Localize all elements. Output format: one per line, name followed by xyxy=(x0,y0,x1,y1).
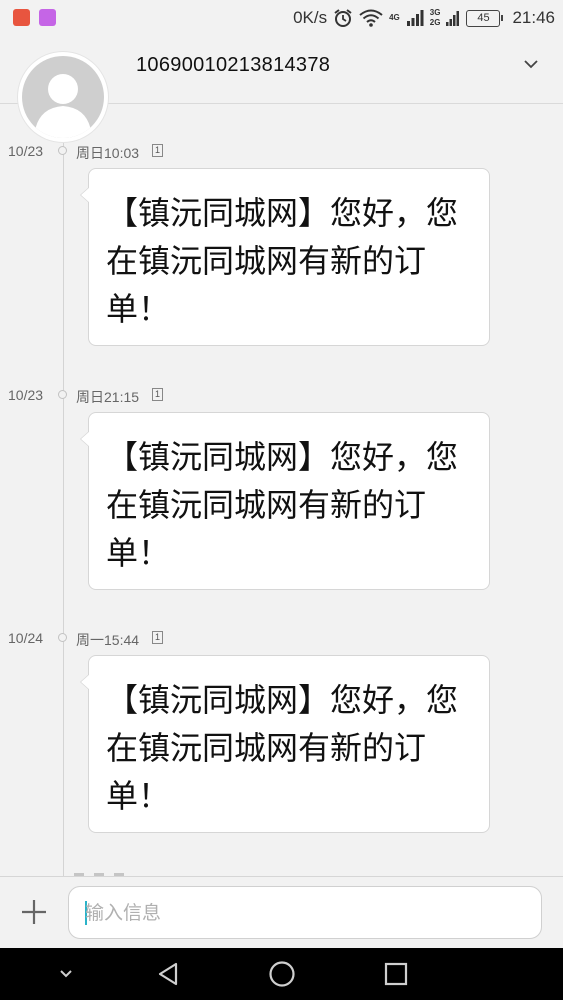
net-2g-label: 2G xyxy=(429,18,441,27)
conversation-title: 10690010213814378 xyxy=(136,54,331,76)
message-meta: 10/24 周一15:44 1 xyxy=(0,630,200,650)
contact-avatar[interactable] xyxy=(18,52,108,142)
signal-icon-sim2 xyxy=(446,11,460,26)
message-time: 周日10:03 xyxy=(76,145,140,161)
nav-hide-button[interactable] xyxy=(48,948,84,1000)
net-4g-indicator: 4G xyxy=(389,14,400,22)
back-icon xyxy=(158,962,178,986)
message-meta: 10/23 周日10:03 1 xyxy=(0,143,200,163)
back-button[interactable] xyxy=(148,948,188,1000)
battery-indicator: 45 xyxy=(466,9,504,27)
message-date: 10/23 xyxy=(8,143,44,159)
net-speed: 0K/s xyxy=(293,8,328,27)
partial-message-meta xyxy=(64,868,184,876)
status-indicators: 0K/s 4G 3G 2G 45 21:46 xyxy=(293,6,555,30)
clock: 21:46 xyxy=(512,8,555,27)
message-text: 【镇沅同城网】您好，您在镇沅同城网有新的订单！ xyxy=(106,681,459,815)
message-text: 【镇沅同城网】您好，您在镇沅同城网有新的订单！ xyxy=(106,438,459,572)
net-4g-label: 4G xyxy=(389,13,400,22)
message-input-field[interactable] xyxy=(68,886,542,939)
composer-bar xyxy=(0,876,563,948)
message-bubble[interactable]: 【镇沅同城网】您好，您在镇沅同城网有新的订单！ xyxy=(80,168,490,346)
status-bar: 0K/s 4G 3G 2G 45 21:46 xyxy=(0,0,563,36)
message-meta: 10/23 周日21:15 1 xyxy=(0,387,200,407)
sim-card-icon: 1 xyxy=(152,388,163,401)
recents-icon xyxy=(384,962,408,986)
message-input[interactable] xyxy=(85,899,505,927)
notification-app-icon xyxy=(13,9,30,26)
signal-icon xyxy=(406,10,424,26)
alarm-icon xyxy=(334,9,352,27)
message-date: 10/23 xyxy=(8,387,44,403)
wifi-icon xyxy=(359,9,383,27)
gallery-notification-icon xyxy=(39,9,56,26)
plus-icon[interactable] xyxy=(20,898,48,926)
sim-card-icon: 1 xyxy=(152,144,163,157)
net-3g2g-indicator: 3G 2G xyxy=(430,9,441,27)
message-time: 周日21:15 xyxy=(76,389,140,405)
nav-hide-icon xyxy=(60,970,72,978)
timeline-dot xyxy=(58,390,67,399)
message-bubble[interactable]: 【镇沅同城网】您好，您在镇沅同城网有新的订单！ xyxy=(80,655,490,833)
message-bubble[interactable]: 【镇沅同城网】您好，您在镇沅同城网有新的订单！ xyxy=(80,412,490,590)
chevron-down-icon[interactable] xyxy=(523,58,539,70)
message-time: 周一15:44 xyxy=(76,632,140,648)
system-navigation-bar xyxy=(0,948,563,1000)
timeline-line xyxy=(63,104,64,876)
net-3g-label: 3G xyxy=(429,8,441,17)
message-date: 10/24 xyxy=(8,630,44,646)
recents-button[interactable] xyxy=(376,948,416,1000)
home-button[interactable] xyxy=(262,948,302,1000)
message-text: 【镇沅同城网】您好，您在镇沅同城网有新的订单！ xyxy=(106,194,459,328)
timeline-dot xyxy=(58,633,67,642)
default-contact-avatar-icon xyxy=(22,56,104,138)
home-icon xyxy=(269,961,295,987)
sim-card-icon: 1 xyxy=(152,631,163,644)
timeline-dot xyxy=(58,146,67,155)
